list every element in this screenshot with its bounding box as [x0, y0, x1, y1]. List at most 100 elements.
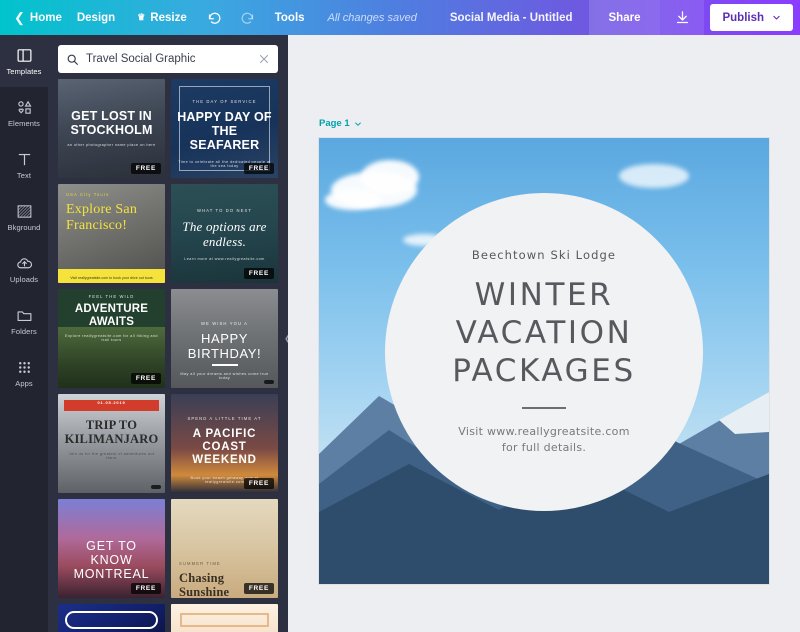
search-container: Travel Social Graphic: [48, 35, 288, 79]
share-label: Share: [609, 12, 641, 24]
design-brand: Beechtown Ski Lodge: [472, 248, 616, 262]
sidebar-item-templates[interactable]: Templates: [0, 35, 48, 87]
free-badge: FREE: [244, 583, 274, 594]
redo-icon: [240, 10, 255, 25]
background-icon: [16, 203, 33, 220]
free-badge: FREE: [244, 478, 274, 489]
template-card[interactable]: WE WISH YOU A HAPPY BIRTHDAY! May all yo…: [171, 289, 278, 388]
decorative-frame: [180, 613, 269, 627]
divider: [212, 364, 238, 366]
page-label-row[interactable]: Page 1: [319, 118, 362, 129]
sidebar-item-label: Folders: [11, 327, 37, 336]
top-toolbar: ❮ Home Design ♛ Resize: [0, 0, 800, 35]
free-badge: FREE: [131, 373, 161, 384]
template-caption: Visit reallygreatsite.com to book your d…: [58, 276, 165, 280]
chevron-down-icon[interactable]: [354, 120, 362, 128]
design-footer-line-1: Visit www.reallygreatsite.com: [458, 424, 629, 440]
template-title: GET LOST IN STOCKHOLM: [64, 109, 159, 137]
template-caption: Explore reallygreatsite.com for all hiki…: [64, 334, 159, 342]
apps-icon: [16, 359, 33, 376]
sidebar-item-text[interactable]: Text: [0, 139, 48, 191]
search-input[interactable]: Travel Social Graphic: [86, 53, 251, 65]
sidebar-item-uploads[interactable]: Uploads: [0, 243, 48, 295]
template-card[interactable]: WHAT TO DO NEXT The options are endless.…: [171, 184, 278, 283]
sidebar-item-elements[interactable]: Elements: [0, 87, 48, 139]
template-subtitle: SUMMER TIME: [179, 561, 272, 566]
design-footer-line-2: for full details.: [502, 440, 586, 456]
template-title: HAPPY BIRTHDAY!: [177, 332, 272, 361]
design-title-line-2: VACATION: [456, 314, 633, 352]
undo-icon: [207, 10, 222, 25]
publish-label: Publish: [722, 12, 764, 24]
template-title: ADVENTURE AWAITS: [64, 303, 159, 329]
sidebar-item-label: Elements: [8, 119, 40, 128]
template-caption: Join us for the greatest of adventures o…: [64, 452, 159, 460]
template-card[interactable]: FEEL THE WILD ADVENTURE AWAITS Explore r…: [58, 289, 165, 388]
template-card[interactable]: 01.05.2019 TRIP TO KILIMANJARO Join us f…: [58, 394, 165, 493]
home-button[interactable]: ❮ Home: [0, 0, 66, 35]
template-card[interactable]: THE DAY OF SERVICE HAPPY DAY OF THE SEAF…: [171, 79, 278, 178]
template-subtitle: USA City Tours: [66, 192, 159, 197]
template-title: GET TO KNOW MONTREAL: [64, 539, 159, 581]
tools-button[interactable]: Tools: [264, 0, 316, 35]
template-caption: Learn more at www.reallygreatsite.com: [177, 257, 272, 261]
search-icon: [66, 53, 79, 66]
sidebar-item-background[interactable]: Bkground: [0, 191, 48, 243]
sidebar-item-label: Apps: [15, 379, 33, 388]
chevron-down-icon: [772, 13, 781, 22]
template-card[interactable]: [58, 604, 165, 632]
design-title-line-1: WINTER: [475, 276, 614, 314]
sidebar-item-apps[interactable]: Apps: [0, 347, 48, 399]
download-button[interactable]: [660, 0, 704, 35]
template-card[interactable]: SPEND A LITTLE TIME AT A PACIFIC COAST W…: [171, 394, 278, 493]
template-grid: GET LOST IN STOCKHOLM an other photograp…: [48, 79, 288, 632]
template-card[interactable]: SUMMER TIME Chasing Sunshine Plan your s…: [171, 499, 278, 598]
templates-icon: [16, 47, 33, 64]
resize-label: Resize: [150, 12, 186, 24]
divider: [522, 407, 566, 410]
canvas-workspace: Page 1 Beechto: [288, 35, 800, 632]
template-title: Explore San Francisco!: [66, 202, 159, 233]
sidebar-item-label: Text: [17, 171, 31, 180]
document-title[interactable]: Social Media - Untitled: [434, 12, 589, 24]
elements-icon: [16, 99, 33, 116]
search-box[interactable]: Travel Social Graphic: [58, 45, 278, 73]
sidebar-item-label: Bkground: [8, 223, 41, 232]
design-canvas[interactable]: Beechtown Ski Lodge WINTER VACATION PACK…: [319, 138, 769, 584]
download-icon: [675, 10, 690, 25]
design-label: Design: [77, 12, 115, 24]
sidebar-item-label: Templates: [6, 67, 41, 76]
cloud-shape: [361, 160, 419, 194]
close-icon[interactable]: [258, 53, 270, 65]
template-card[interactable]: USA City Tours Explore San Francisco! Vi…: [58, 184, 165, 283]
canva-editor-window: ❮ Home Design ♛ Resize: [0, 0, 800, 632]
sidebar-item-folders[interactable]: Folders: [0, 295, 48, 347]
publish-button[interactable]: Publish: [710, 4, 793, 31]
text-circle-shape[interactable]: Beechtown Ski Lodge WINTER VACATION PACK…: [385, 193, 703, 511]
share-button[interactable]: Share: [589, 0, 661, 35]
resize-button[interactable]: ♛ Resize: [126, 0, 198, 35]
template-subtitle: FEEL THE WILD: [64, 294, 159, 299]
sidebar-item-label: Uploads: [10, 275, 38, 284]
free-badge: FREE: [131, 583, 161, 594]
template-title: The options are endless.: [177, 220, 272, 249]
redo-button[interactable]: [231, 0, 264, 35]
sidebar-nav: Templates Elements Text: [0, 35, 48, 632]
template-title: HAPPY DAY OF THE SEAFARER: [177, 110, 272, 152]
template-title: A PACIFIC COAST WEEKEND: [177, 428, 272, 467]
cloud-shape: [325, 190, 381, 210]
template-subtitle: WE WISH YOU A: [177, 321, 272, 326]
crown-icon: ♛: [137, 12, 145, 23]
free-badge: FREE: [244, 268, 274, 279]
cloud-shape: [619, 164, 689, 188]
design-button[interactable]: Design: [66, 0, 126, 35]
free-badge: FREE: [244, 163, 274, 174]
text-icon: [16, 151, 33, 168]
template-card[interactable]: GET TO KNOW MONTREAL FREE: [58, 499, 165, 598]
folders-icon: [16, 307, 33, 324]
tools-label: Tools: [275, 12, 305, 24]
template-card[interactable]: [171, 604, 278, 632]
template-card[interactable]: GET LOST IN STOCKHOLM an other photograp…: [58, 79, 165, 178]
undo-button[interactable]: [198, 0, 231, 35]
free-badge: FREE: [131, 163, 161, 174]
